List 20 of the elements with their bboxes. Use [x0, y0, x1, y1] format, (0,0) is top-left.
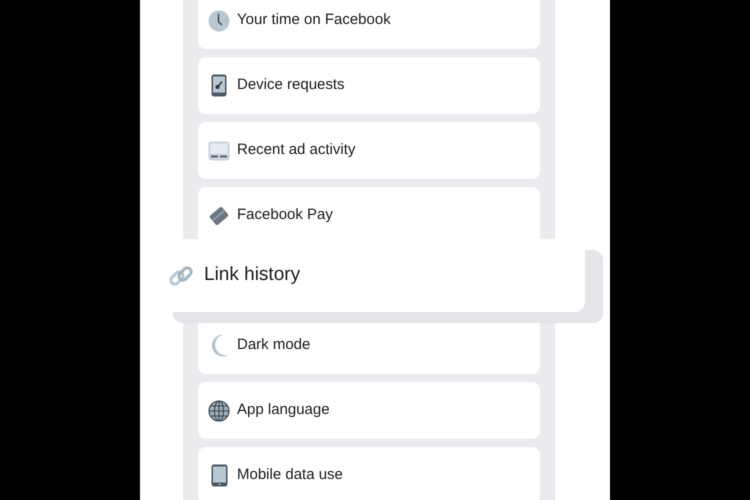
- tablet-key-icon: [211, 74, 227, 97]
- globe-icon: [208, 400, 230, 422]
- settings-item[interactable]: App language: [198, 382, 540, 439]
- item-label: Device requests: [237, 75, 345, 96]
- settings-item[interactable]: Device requests: [198, 57, 540, 114]
- item-label: Link history: [204, 263, 300, 288]
- settings-item[interactable]: Mobile data use: [198, 447, 540, 500]
- phone-icon: [210, 464, 228, 487]
- monitor-icon: [208, 140, 230, 160]
- item-label: Your time on Facebook: [237, 10, 391, 30]
- item-label: Mobile data use: [237, 465, 343, 486]
- item-label: Recent ad activity: [237, 140, 356, 160]
- settings-item[interactable]: Facebook Pay: [198, 187, 540, 239]
- moon-icon: [209, 334, 229, 357]
- settings-item[interactable]: Your time on Facebook: [198, 0, 540, 49]
- item-label: App language: [237, 400, 330, 420]
- item-label: Dark mode: [237, 335, 310, 356]
- item-label: Facebook Pay: [237, 205, 333, 226]
- settings-item[interactable]: Recent ad activity: [198, 122, 540, 179]
- clock-icon: [208, 10, 230, 32]
